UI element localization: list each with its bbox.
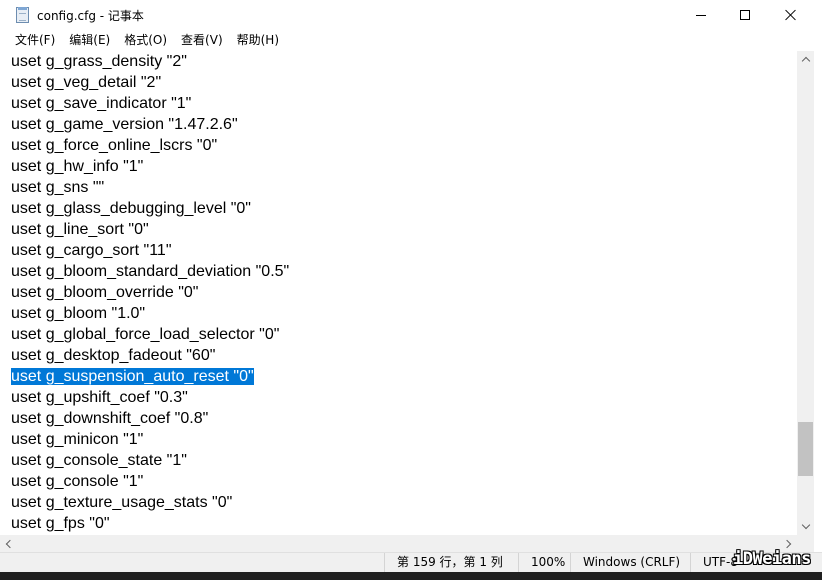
text-line-content: uset g_bloom_override "0" [11, 284, 199, 301]
vertical-scrollbar[interactable] [797, 51, 814, 535]
text-line[interactable]: uset g_grass_density "2" [11, 51, 289, 72]
text-line[interactable]: uset g_bloom_standard_deviation "0.5" [11, 261, 289, 282]
text-line[interactable]: uset g_veg_detail "2" [11, 72, 289, 93]
window-bottom-edge [0, 572, 822, 580]
status-zoom: 100% [518, 553, 570, 572]
chevron-left-icon [5, 539, 15, 548]
text-editor[interactable]: uset g_grass_density "2" uset g_veg_detai… [0, 51, 797, 535]
text-line-content: uset g_desktop_fadeout "60" [11, 347, 216, 364]
text-line[interactable]: uset g_glass_debugging_level "0" [11, 198, 289, 219]
vertical-scroll-thumb[interactable] [798, 422, 813, 476]
text-line-content: uset g_upshift_coef "0.3" [11, 389, 188, 406]
window-title: config.cfg - 记事本 [37, 9, 144, 23]
text-line[interactable]: uset g_upshift_coef "0.3" [11, 387, 289, 408]
text-lines: uset g_grass_density "2" uset g_veg_detai… [11, 51, 289, 534]
notepad-icon[interactable] [16, 7, 29, 23]
close-button[interactable] [768, 0, 814, 30]
menu-file[interactable]: 文件(F) [8, 30, 62, 50]
text-line-content: uset g_sns "" [11, 179, 105, 196]
text-line[interactable]: uset g_minicon "1" [11, 429, 289, 450]
text-line[interactable]: uset g_sns "" [11, 177, 289, 198]
chevron-down-icon [801, 520, 810, 530]
text-line[interactable]: uset g_global_force_load_selector "0" [11, 324, 289, 345]
watermark-logo: iDWeians [733, 549, 811, 569]
close-icon [785, 9, 797, 21]
text-line-content: uset g_suspension_auto_reset "0" [11, 368, 254, 385]
text-line-content: uset g_bloom_standard_deviation "0.5" [11, 263, 290, 280]
text-line[interactable]: uset g_fps "0" [11, 513, 289, 534]
text-line[interactable]: uset g_hw_info "1" [11, 156, 289, 177]
text-line-content: uset g_global_force_load_selector "0" [11, 326, 280, 343]
menu-view[interactable]: 查看(V) [174, 30, 230, 50]
text-line[interactable]: uset g_console "1" [11, 471, 289, 492]
text-line[interactable]: uset g_save_indicator "1" [11, 93, 289, 114]
text-line[interactable]: uset g_cargo_sort "11" [11, 240, 289, 261]
scroll-down-button[interactable] [797, 518, 814, 535]
status-line-ending: Windows (CRLF) [570, 553, 690, 572]
minimize-icon [696, 14, 706, 16]
menu-format[interactable]: 格式(O) [117, 30, 174, 50]
text-line-content: uset g_console_state "1" [11, 452, 187, 469]
menu-edit[interactable]: 编辑(E) [62, 30, 117, 50]
text-line[interactable]: uset g_line_sort "0" [11, 219, 289, 240]
text-line[interactable]: uset g_desktop_fadeout "60" [11, 345, 289, 366]
text-line-content: uset g_minicon "1" [11, 431, 144, 448]
chevron-right-icon [782, 539, 792, 548]
text-line-content: uset g_hw_info "1" [11, 158, 144, 175]
text-line[interactable]: uset g_force_online_lscrs "0" [11, 135, 289, 156]
text-line-content: uset g_fps "0" [11, 515, 110, 532]
text-line-content: uset g_save_indicator "1" [11, 95, 192, 112]
minimize-button[interactable] [678, 0, 724, 30]
text-line-content: uset g_cargo_sort "11" [11, 242, 172, 259]
scroll-up-button[interactable] [797, 51, 814, 68]
text-line-content: uset g_game_version "1.47.2.6" [11, 116, 238, 133]
text-line-content: uset g_veg_detail "2" [11, 74, 162, 91]
horizontal-scrollbar[interactable] [0, 535, 797, 552]
text-line-content: uset g_glass_debugging_level "0" [11, 200, 251, 217]
status-cursor-position: 第 159 行，第 1 列 [384, 553, 518, 572]
text-line-content: uset g_bloom "1.0" [11, 305, 146, 322]
text-line-content: uset g_line_sort "0" [11, 221, 149, 238]
text-line-content: uset g_texture_usage_stats "0" [11, 494, 233, 511]
text-line[interactable]: uset g_downshift_coef "0.8" [11, 408, 289, 429]
text-line[interactable]: uset g_bloom "1.0" [11, 303, 289, 324]
menu-help[interactable]: 帮助(H) [230, 30, 286, 50]
text-line[interactable]: uset g_bloom_override "0" [11, 282, 289, 303]
status-bar: 第 159 行，第 1 列 100% Windows (CRLF) UTF-8 [0, 552, 822, 572]
scroll-left-button[interactable] [0, 535, 17, 552]
text-line-content: uset g_grass_density "2" [11, 53, 187, 70]
text-line[interactable]: uset g_console_state "1" [11, 450, 289, 471]
maximize-button[interactable] [722, 0, 768, 30]
menu-bar: 文件(F) 编辑(E) 格式(O) 查看(V) 帮助(H) [0, 30, 822, 50]
maximize-icon [740, 10, 750, 20]
chevron-up-icon [801, 56, 810, 66]
text-line[interactable]: uset g_texture_usage_stats "0" [11, 492, 289, 513]
notepad-window: config.cfg - 记事本 文件(F) 编辑(E) 格式(O) 查看(V)… [0, 0, 822, 580]
text-line-content: uset g_downshift_coef "0.8" [11, 410, 209, 427]
title-bar[interactable]: config.cfg - 记事本 [0, 0, 822, 30]
window-right-edge [814, 51, 822, 572]
selected-text-line[interactable]: uset g_suspension_auto_reset "0" [11, 366, 289, 387]
text-line[interactable]: uset g_game_version "1.47.2.6" [11, 114, 289, 135]
text-line-content: uset g_force_online_lscrs "0" [11, 137, 218, 154]
text-line-content: uset g_console "1" [11, 473, 144, 490]
